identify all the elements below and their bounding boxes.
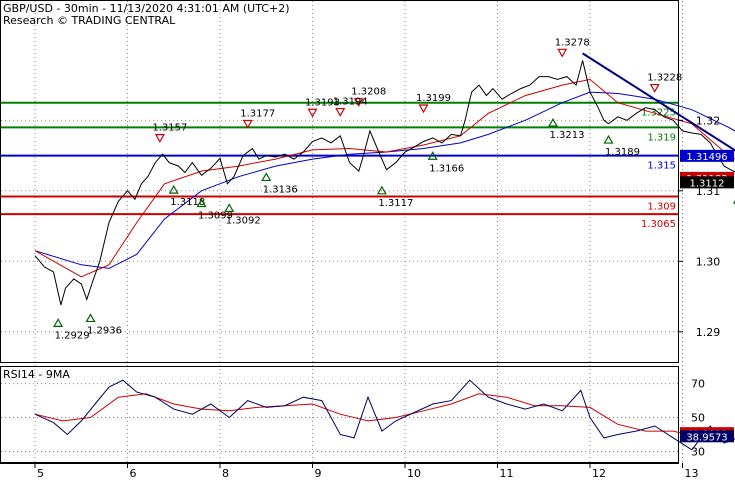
low-label: 1.3166 [429, 163, 464, 174]
x-tick-label: 6 [130, 467, 137, 480]
low-label: 1.3136 [263, 184, 298, 195]
x-tick-label: 12 [592, 467, 606, 480]
x-tick-label: 5 [37, 467, 44, 480]
price-panel-frame [1, 1, 679, 363]
price-y-tick-label: 1.29 [696, 326, 721, 339]
price-tag-label: 1.31496 [686, 152, 727, 163]
chart-window: 1.32251.3191.3151.3091.3065 1.32781.3228… [0, 0, 735, 480]
low-label: 1.3092 [226, 215, 261, 226]
rsi-title: RSI14 - 9MA [3, 368, 70, 381]
high-label: 1.3199 [416, 93, 451, 104]
high-label: 1.3157 [152, 123, 187, 134]
x-tick-label: 11 [500, 467, 514, 480]
level-label: 1.3065 [641, 219, 676, 230]
x-tick-label: 9 [315, 467, 322, 480]
low-label: 1.3117 [378, 198, 413, 209]
low-label: 1.2936 [87, 325, 122, 336]
level-label: 1.319 [647, 132, 676, 143]
high-label: 1.3194 [333, 97, 368, 108]
low-label: 1.2929 [55, 330, 90, 341]
rsi-y-tick-label: 30 [691, 446, 705, 459]
level-label: 1.309 [647, 201, 676, 212]
high-label: 1.3177 [240, 109, 275, 120]
price-y-tick-label: 1.32 [696, 114, 721, 127]
chart-canvas: 1.32251.3191.3151.3091.3065 1.32781.3228… [0, 0, 735, 480]
low-label: 1.3213 [550, 130, 585, 141]
rsi-tag-label: 38.9573 [686, 432, 727, 443]
level-label: 1.315 [647, 161, 676, 172]
rsi-y-tick-label: 50 [691, 412, 705, 425]
low-label: 1.3189 [605, 147, 640, 158]
x-tick-label: 10 [407, 467, 421, 480]
high-label: 1.3278 [555, 37, 590, 48]
high-label: 1.3228 [647, 73, 682, 84]
rsi-y-tick-label: 70 [691, 378, 705, 391]
chart-subtitle: Research © TRADING CENTRAL [3, 14, 176, 27]
price-y-tick-label: 1.30 [696, 255, 721, 268]
rsi-panel-frame [1, 367, 679, 463]
x-tick-label: 8 [222, 467, 229, 480]
price-tag-label: 1.3112 [690, 178, 725, 189]
x-tick-label: 13 [685, 467, 699, 480]
